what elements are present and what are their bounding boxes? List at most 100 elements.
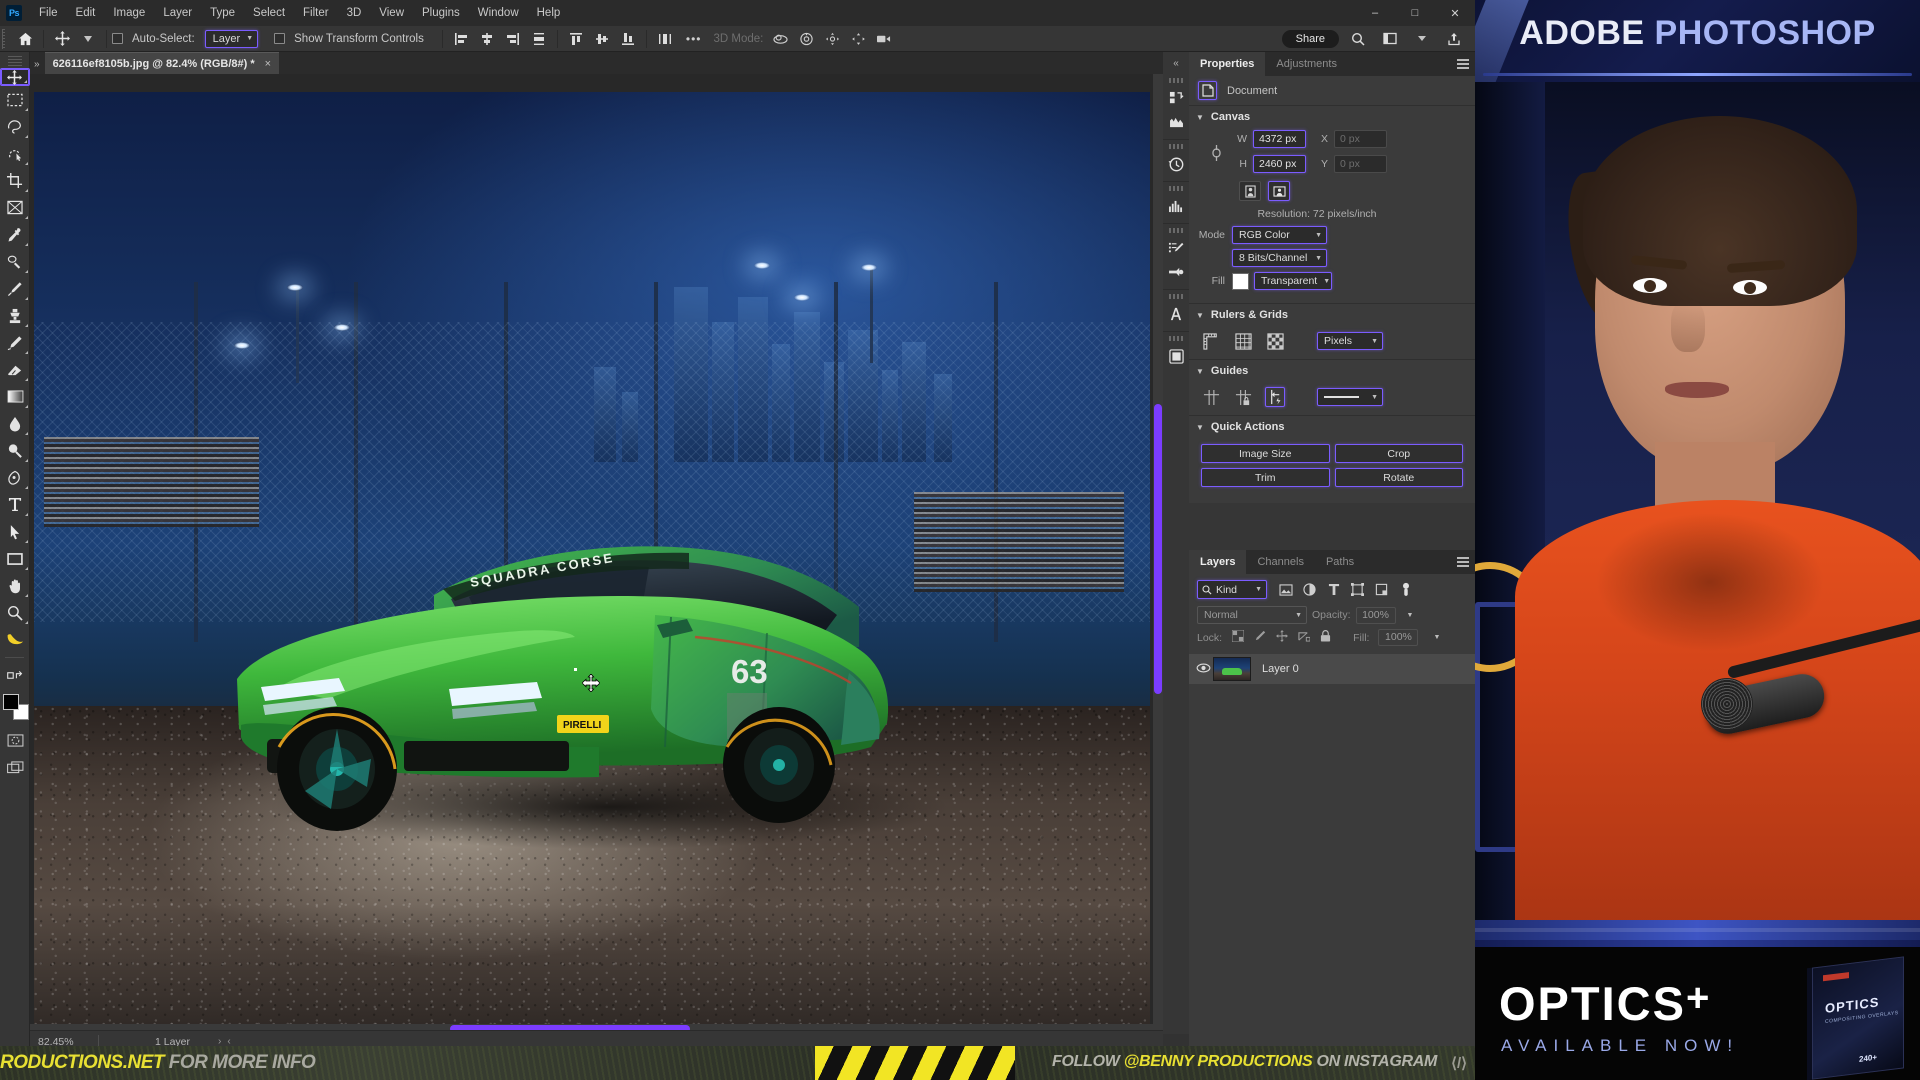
- hand-tool[interactable]: [0, 572, 30, 599]
- rail-group-grip[interactable]: [1169, 294, 1183, 299]
- tab-channels[interactable]: Channels: [1246, 550, 1314, 574]
- close-document-icon[interactable]: ×: [265, 58, 271, 70]
- options-bar-grip[interactable]: [2, 28, 9, 49]
- smart-guides-icon[interactable]: [1265, 387, 1285, 407]
- align-right-edges-icon[interactable]: [500, 27, 526, 51]
- rail-group-grip[interactable]: [1169, 336, 1183, 341]
- pan-3d-icon[interactable]: [819, 27, 845, 51]
- transparency-grid-icon[interactable]: [1265, 331, 1285, 351]
- gradient-tool[interactable]: [0, 383, 30, 410]
- close-icon[interactable]: ✕: [1435, 0, 1475, 26]
- fill-color-swatch[interactable]: [1232, 272, 1249, 290]
- history-brush-tool[interactable]: [0, 329, 30, 356]
- rectangular-marquee-tool[interactable]: [0, 86, 30, 113]
- distribute-vertically-icon[interactable]: [652, 27, 678, 51]
- distribute-horizontally-icon[interactable]: [526, 27, 552, 51]
- trim-button[interactable]: Trim: [1201, 468, 1330, 487]
- object-selection-tool[interactable]: [0, 140, 30, 167]
- menu-help[interactable]: Help: [528, 0, 570, 26]
- filter-adjustment-icon[interactable]: [1299, 580, 1320, 599]
- canvas-vertical-scroll-thumb[interactable]: [1154, 404, 1162, 694]
- workspace-chevron-down-icon[interactable]: [1409, 27, 1435, 51]
- camera-3d-icon[interactable]: [871, 27, 897, 51]
- panel-menu-icon[interactable]: [1457, 59, 1469, 69]
- eyedropper-tool[interactable]: [0, 221, 30, 248]
- rail-group-grip[interactable]: [1169, 144, 1183, 149]
- more-options-button[interactable]: •••: [678, 32, 710, 46]
- rulers-grids-header[interactable]: ▼ Rulers & Grids: [1189, 304, 1475, 326]
- quick-mask-icon[interactable]: [0, 727, 30, 754]
- path-selection-tool[interactable]: [0, 518, 30, 545]
- menu-type[interactable]: Type: [201, 0, 244, 26]
- layer-comps-icon[interactable]: [1163, 344, 1189, 368]
- tools-panel-grip[interactable]: [7, 56, 22, 66]
- rotate-button[interactable]: Rotate: [1334, 468, 1463, 487]
- menu-layer[interactable]: Layer: [154, 0, 201, 26]
- search-icon[interactable]: [1345, 27, 1371, 51]
- lock-position-icon[interactable]: [1275, 630, 1288, 645]
- move-tool-icon[interactable]: [49, 27, 75, 51]
- history-icon[interactable]: [1163, 152, 1189, 176]
- move-tool[interactable]: [0, 68, 30, 86]
- spot-healing-brush-tool[interactable]: [0, 248, 30, 275]
- lock-guides-icon[interactable]: [1233, 387, 1253, 407]
- ruler-units-dropdown[interactable]: Pixels ▼: [1317, 332, 1383, 350]
- align-top-edges-icon[interactable]: [563, 27, 589, 51]
- align-horizontal-centers-icon[interactable]: [474, 27, 500, 51]
- show-guides-icon[interactable]: [1201, 387, 1221, 407]
- image-size-button[interactable]: Image Size: [1201, 444, 1330, 463]
- tool-preset-chevron-down-icon[interactable]: [75, 27, 101, 51]
- layer-visibility-eye-icon[interactable]: [1194, 663, 1213, 676]
- expand-tabs-chevron-icon[interactable]: »: [30, 59, 45, 74]
- canvas-height-input[interactable]: 2460 px: [1253, 155, 1306, 173]
- foreground-color-swatch[interactable]: [3, 694, 19, 710]
- brush-tool[interactable]: [0, 275, 30, 302]
- histogram-icon[interactable]: [1163, 194, 1189, 218]
- canvas-section-header[interactable]: ▼ Canvas: [1189, 106, 1475, 128]
- auto-select-box[interactable]: [112, 33, 123, 44]
- orbit-3d-icon[interactable]: [767, 27, 793, 51]
- menu-window[interactable]: Window: [469, 0, 528, 26]
- guide-style-dropdown[interactable]: ▼: [1317, 388, 1383, 406]
- link-dimensions-icon[interactable]: [1209, 143, 1223, 163]
- menu-image[interactable]: Image: [104, 0, 154, 26]
- roll-3d-icon[interactable]: [793, 27, 819, 51]
- frame-tool[interactable]: [0, 194, 30, 221]
- clone-stamp-tool[interactable]: [0, 302, 30, 329]
- blur-tool[interactable]: [0, 410, 30, 437]
- quick-actions-header[interactable]: ▼ Quick Actions: [1189, 416, 1475, 438]
- menu-select[interactable]: Select: [244, 0, 294, 26]
- rail-group-grip[interactable]: [1169, 228, 1183, 233]
- bit-depth-dropdown[interactable]: 8 Bits/Channel ▼: [1232, 249, 1327, 267]
- dodge-tool[interactable]: [0, 437, 30, 464]
- guides-header[interactable]: ▼ Guides: [1189, 360, 1475, 382]
- tab-paths[interactable]: Paths: [1315, 550, 1365, 574]
- fill-dropdown[interactable]: Transparent ▼: [1254, 272, 1332, 290]
- filter-pixel-icon[interactable]: [1275, 580, 1296, 599]
- libraries-icon[interactable]: [1163, 86, 1189, 110]
- align-bottom-edges-icon[interactable]: [615, 27, 641, 51]
- maximize-icon[interactable]: □: [1395, 0, 1435, 26]
- lock-all-icon[interactable]: [1319, 630, 1332, 645]
- panel-menu-icon[interactable]: [1457, 557, 1469, 567]
- blend-mode-dropdown[interactable]: Normal ▼: [1197, 606, 1307, 624]
- lasso-tool[interactable]: [0, 113, 30, 140]
- workspace-icon[interactable]: [1377, 27, 1403, 51]
- document-artboard[interactable]: SQUADRA CORSE PIRELLI 63: [34, 92, 1150, 1034]
- show-transform-box[interactable]: [274, 33, 286, 44]
- document-tab[interactable]: 626116ef8105b.jpg @ 82.4% (RGB/8#) * ×: [44, 52, 280, 74]
- color-swatches[interactable]: [0, 692, 30, 722]
- menu-edit[interactable]: Edit: [67, 0, 105, 26]
- landscape-orientation-icon[interactable]: [1268, 181, 1290, 201]
- minimize-icon[interactable]: –: [1355, 0, 1395, 26]
- canvas-x-input[interactable]: 0 px: [1334, 130, 1387, 148]
- opacity-value[interactable]: 100%: [1355, 606, 1396, 624]
- gradients-icon[interactable]: [1163, 260, 1189, 284]
- pen-tool[interactable]: [0, 464, 30, 491]
- rectangle-tool[interactable]: [0, 545, 30, 572]
- filter-smart-object-icon[interactable]: [1371, 580, 1392, 599]
- lock-image-pixels-icon[interactable]: [1253, 630, 1266, 645]
- portrait-orientation-icon[interactable]: [1239, 181, 1261, 201]
- edit-toolbar-icon[interactable]: [0, 662, 30, 689]
- filter-type-icon[interactable]: [1323, 580, 1344, 599]
